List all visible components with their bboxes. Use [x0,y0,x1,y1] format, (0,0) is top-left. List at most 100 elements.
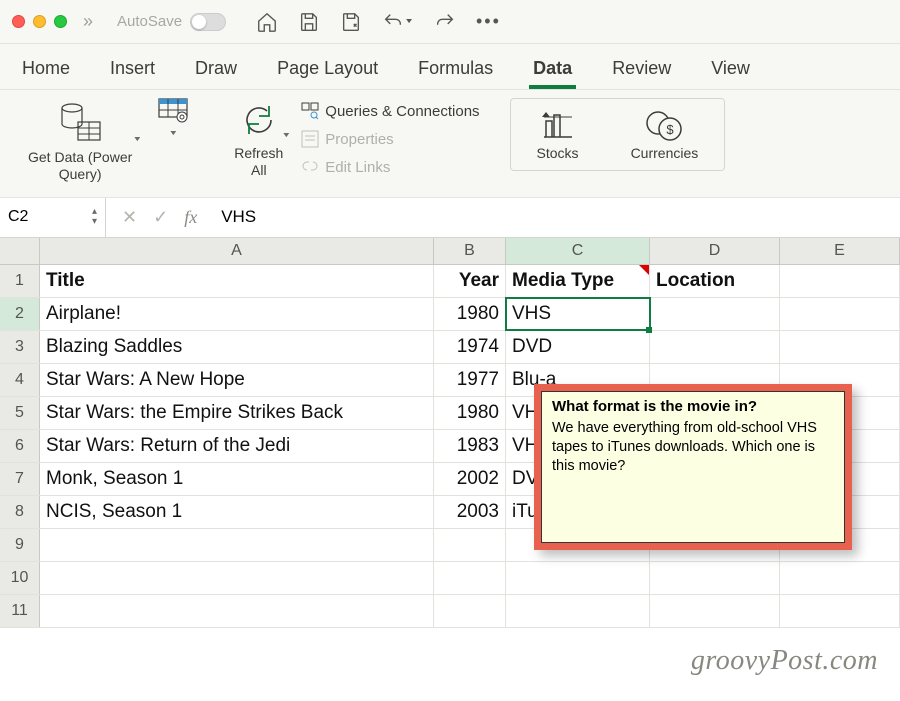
close-window-icon[interactable] [12,15,25,28]
comment-indicator-icon [639,265,649,275]
cell[interactable]: NCIS, Season 1 [40,496,434,528]
formula-value[interactable]: VHS [213,207,256,227]
cell[interactable] [506,562,650,594]
cell-header-year[interactable]: Year [434,265,506,297]
fx-icon[interactable]: fx [184,207,197,228]
cell[interactable]: 2002 [434,463,506,495]
name-box[interactable]: C2 ▴▾ [0,198,106,237]
chevron-down-icon: ▼ [404,18,414,26]
row-header[interactable]: 9 [0,529,40,561]
cell[interactable] [780,331,900,363]
cell[interactable] [40,562,434,594]
comment-body: We have everything from old-school VHS t… [552,419,834,476]
cell[interactable] [650,562,780,594]
stocks-label: Stocks [537,145,579,162]
cell[interactable]: 1977 [434,364,506,396]
ribbon-tabs: Home Insert Draw Page Layout Formulas Da… [0,44,900,90]
row-header[interactable]: 3 [0,331,40,363]
currencies-button[interactable]: $ Currencies [623,105,707,166]
redo-button[interactable] [434,11,456,33]
row-header[interactable]: 1 [0,265,40,297]
cell[interactable]: 1974 [434,331,506,363]
cell[interactable] [650,331,780,363]
cell[interactable]: Star Wars: the Empire Strikes Back [40,397,434,429]
row-header[interactable]: 2 [0,298,40,330]
col-header-a[interactable]: A [40,238,434,264]
cell[interactable] [40,595,434,627]
row-header[interactable]: 6 [0,430,40,462]
name-steppers[interactable]: ▴▾ [92,207,97,227]
cell[interactable]: Airplane! [40,298,434,330]
cell[interactable] [780,298,900,330]
select-all-corner[interactable] [0,238,40,264]
row-header[interactable]: 7 [0,463,40,495]
row-header[interactable]: 5 [0,397,40,429]
autosave-toggle[interactable]: AutoSave [117,13,226,31]
tab-home[interactable]: Home [20,54,72,89]
cell[interactable]: Star Wars: A New Hope [40,364,434,396]
cell[interactable]: Star Wars: Return of the Jedi [40,430,434,462]
cell[interactable]: 1980 [434,298,506,330]
cell-header-location[interactable]: Location [650,265,780,297]
save-button[interactable] [298,11,320,33]
cell-selected[interactable]: VHS [506,298,650,330]
from-picture-button[interactable]: ▼ [150,98,196,143]
col-header-d[interactable]: D [650,238,780,264]
tab-draw[interactable]: Draw [193,54,239,89]
cancel-icon[interactable]: ✕ [122,207,137,228]
switch-off-icon[interactable] [190,13,226,31]
zoom-window-icon[interactable] [54,15,67,28]
get-data-button[interactable]: ▼ Get Data (Power Query) [20,98,140,187]
row-header[interactable]: 4 [0,364,40,396]
tab-review[interactable]: Review [610,54,673,89]
stocks-button[interactable]: Stocks [529,105,587,166]
window-controls [12,15,67,28]
cell[interactable] [780,562,900,594]
row-header[interactable]: 10 [0,562,40,594]
cell[interactable] [40,529,434,561]
minimize-window-icon[interactable] [33,15,46,28]
name-box-value: C2 [8,208,28,226]
tab-page-layout[interactable]: Page Layout [275,54,380,89]
tab-formulas[interactable]: Formulas [416,54,495,89]
refresh-all-button[interactable]: ▼ Refresh All [226,98,291,183]
column-headers: A B C D E [0,238,900,265]
cell[interactable] [434,562,506,594]
get-transform-group: ▼ Get Data (Power Query) ▼ [20,98,196,187]
collapse-icon[interactable]: » [83,11,93,32]
save-as-button[interactable] [340,11,362,33]
cell[interactable]: 2003 [434,496,506,528]
comment-popup[interactable]: What format is the movie in? We have eve… [541,391,845,543]
cell[interactable] [780,595,900,627]
cell[interactable]: 1983 [434,430,506,462]
col-header-e[interactable]: E [780,238,900,264]
cell[interactable] [434,595,506,627]
tab-insert[interactable]: Insert [108,54,157,89]
cell-header-title[interactable]: Title [40,265,434,297]
cell[interactable]: 1980 [434,397,506,429]
cell[interactable] [434,529,506,561]
cell[interactable] [780,265,900,297]
row-header[interactable]: 8 [0,496,40,528]
cell[interactable] [506,595,650,627]
cell[interactable] [650,298,780,330]
row-header[interactable]: 11 [0,595,40,627]
cell[interactable]: Monk, Season 1 [40,463,434,495]
cell[interactable] [650,595,780,627]
col-header-c[interactable]: C [506,238,650,264]
undo-button[interactable]: ▼ [382,11,414,33]
cell[interactable]: Blazing Saddles [40,331,434,363]
tab-view[interactable]: View [709,54,752,89]
enter-icon[interactable]: ✓ [153,207,168,228]
more-button[interactable]: ••• [476,11,501,33]
cell-header-media[interactable]: Media Type [506,265,650,297]
queries-connections-button[interactable]: Queries & Connections [301,100,479,122]
get-data-label: Get Data (Power Query) [28,149,132,183]
home-button[interactable] [256,11,278,33]
tab-data[interactable]: Data [531,54,574,89]
refresh-all-label: Refresh All [234,145,283,179]
formula-bar: C2 ▴▾ ✕ ✓ fx VHS [0,198,900,238]
cell[interactable]: DVD [506,331,650,363]
row-1: 1 Title Year Media Type Location [0,265,900,298]
col-header-b[interactable]: B [434,238,506,264]
